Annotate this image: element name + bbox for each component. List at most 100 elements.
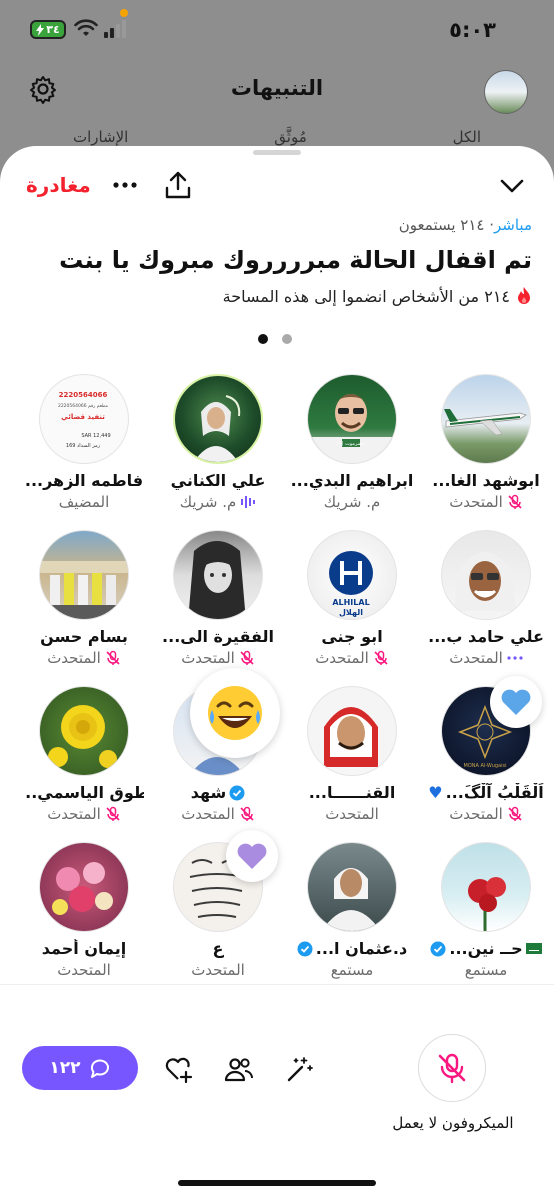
joined-text: ٢١٤ من الأشخاص انضموا إلى هذه المساحة [222, 286, 510, 306]
verified-badge-icon [430, 941, 446, 956]
live-status: مباشر· ٢١٤ يستمعون [399, 216, 532, 234]
man-seated-photo [321, 868, 381, 931]
participant-role: مستمع [330, 961, 374, 979]
sheet-grabber[interactable] [253, 150, 301, 155]
joined-summary: ٢١٤ من الأشخاص انضموا إلى هذه المساحة [223, 286, 532, 306]
logo-text-ar: الهلال [339, 608, 363, 617]
notification-tabs: الإشارات مُوثَّق الكل [0, 128, 554, 146]
people-button[interactable] [224, 1054, 254, 1084]
participant-name: إيمان أحمد [41, 939, 127, 958]
participant-card[interactable]: شهد المتحدث [158, 650, 310, 823]
participant-card[interactable]: الفقيرة الى... المتحدث [158, 530, 278, 667]
flame-icon [518, 287, 530, 304]
react-button[interactable] [164, 1054, 194, 1084]
laughing-emoji-icon [208, 686, 262, 740]
pager-dot-1[interactable] [258, 334, 268, 344]
avatar [307, 842, 397, 932]
more-icon [113, 182, 137, 188]
share-icon [165, 171, 191, 199]
wifi-icon [74, 19, 98, 36]
participant-name: حــ نين... [449, 939, 523, 958]
pager-dot-2[interactable] [282, 334, 292, 344]
participant-name: بسام حسن [40, 627, 128, 646]
mic-off-icon [106, 650, 120, 665]
participant-card[interactable]: MONA Al-Wugaisi اَلْقَلْبُ آلْگَ... ♥ الم… [426, 676, 546, 823]
microphone-button[interactable] [418, 1034, 486, 1102]
tab-mentions[interactable]: الإشارات [73, 128, 128, 146]
participant-role: المتحدث [315, 649, 369, 667]
people-icon [224, 1058, 253, 1082]
participant-card[interactable]: القنــــــا... المتحدث [292, 686, 412, 823]
participant-name: ابو جنى [321, 627, 383, 646]
participant-card[interactable]: 2220564066 مطعم رقم 2220564066 تنفيذ قضا… [24, 374, 144, 511]
participant-card[interactable]: بسام حسن المتحدث [24, 530, 144, 667]
avatar [307, 686, 397, 776]
tab-verified[interactable]: مُوثَّق [274, 128, 306, 146]
doc-line: مطعم رقم 2220564066 [58, 403, 109, 409]
avatar: ALHILAL الهلال [307, 530, 397, 620]
more-options-button[interactable] [112, 170, 138, 200]
battery-icon: ٣٤ [30, 20, 66, 39]
pager-dots [258, 334, 292, 344]
battery-level: ٣٤ [46, 23, 60, 36]
effects-button[interactable] [284, 1054, 314, 1084]
participant-role: المتحدث [57, 961, 111, 979]
mic-off-icon [508, 806, 522, 821]
participant-card[interactable]: د.عثمان ا... مستمع [292, 842, 412, 979]
comments-button[interactable]: ١٢٢ [22, 1046, 138, 1090]
participant-role: م. شريك [323, 493, 381, 511]
participant-card[interactable]: علي حامد ب... المتحدث [426, 530, 546, 667]
participant-card[interactable]: ع المتحدث [158, 830, 278, 979]
mic-off-icon [508, 494, 522, 509]
participant-name: الفقيرة الى... [162, 627, 274, 646]
participant-name: ع [212, 939, 224, 958]
participant-card[interactable]: إيمان أحمد المتحدث [24, 842, 144, 979]
doc-footer: زمز السداد 169 [66, 443, 101, 449]
participant-role: المتحدث [47, 805, 101, 823]
participant-role: م. شريك [179, 493, 237, 511]
participant-card[interactable]: حــ نين... مستمع [426, 842, 546, 979]
participant-card[interactable]: ALHILAL الهلال ابو جنى المتحدث [292, 530, 412, 667]
participant-name: القنــــــا... [308, 783, 396, 802]
reaction-bubble [490, 676, 542, 728]
participant-name: شهد [190, 783, 227, 802]
heart-icon [501, 689, 531, 715]
mic-off-icon [240, 806, 254, 821]
notifications-header: التنبيهات الإشارات مُوثَّق الكل [0, 60, 554, 150]
tab-all[interactable]: الكل [453, 128, 481, 146]
participant-role: المتحدث [325, 805, 379, 823]
participant-role: المتحدث [181, 805, 235, 823]
participant-card[interactable]: حضرموت (١) ابراهيم البدي... م. شريك [292, 374, 412, 511]
profile-avatar[interactable] [484, 70, 528, 114]
participant-role: مستمع [464, 961, 508, 979]
home-indicator[interactable] [178, 1180, 376, 1186]
participant-name: علي حامد ب... [428, 627, 544, 646]
doc-amount: SAR 12,449 [81, 433, 110, 439]
share-button[interactable] [164, 170, 192, 200]
chat-bubble-icon [90, 1059, 109, 1078]
space-sheet: مغادرة مباشر· ٢١٤ يستمعون تم اقفال الحال… [0, 146, 554, 1200]
avatar: 2220564066 مطعم رقم 2220564066 تنفيذ قضا… [39, 374, 129, 464]
participant-role: المتحدث [191, 961, 245, 979]
recording-dot [120, 9, 128, 17]
leave-button[interactable]: مغادرة [26, 173, 91, 197]
participant-name: ابراهيم البدي... [292, 471, 412, 490]
space-title: تم اقفال الحالة مبرررروك مبروك يا بنت [59, 246, 532, 274]
avatar-badge-text: حضرموت (١) [337, 441, 365, 447]
mic-off-icon [438, 1053, 466, 1084]
participant-card[interactable]: ابوشهد الغا... المتحدث [426, 374, 546, 511]
smiling-man-photo [451, 552, 519, 619]
alhilal-logo: ALHILAL الهلال [329, 551, 373, 617]
participant-role: المتحدث [47, 649, 101, 667]
separator: · [484, 216, 495, 234]
chevron-down-icon [500, 179, 524, 193]
space-toolbar: مغادرة [0, 170, 554, 202]
collapse-button[interactable] [498, 172, 526, 200]
avatar [39, 686, 129, 776]
red-flowers-image [468, 877, 506, 931]
mic-status-label: الميكروفون لا يعمل [392, 1114, 514, 1132]
participant-card[interactable]: علي الكناني م. شريك [158, 374, 278, 511]
participant-role: المتحدث [181, 649, 235, 667]
participant-card[interactable]: طوق الياسمي... المتحدث [24, 686, 144, 823]
comments-count: ١٢٢ [49, 1058, 81, 1078]
